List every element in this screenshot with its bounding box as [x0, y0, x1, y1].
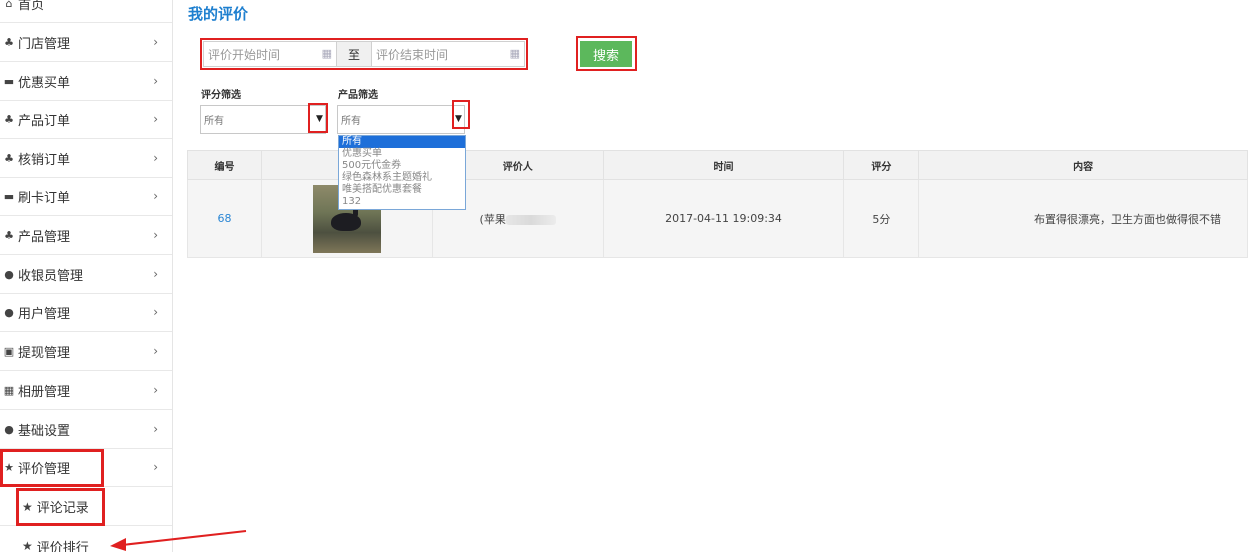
sidebar-subitem-review-records[interactable]: ★ 评论记录: [0, 488, 172, 526]
star-icon: ★: [22, 539, 33, 552]
sitemap-icon: ♣: [4, 36, 14, 49]
sidebar-item-label: 首页: [18, 0, 45, 13]
product-filter-select[interactable]: 所有: [337, 105, 465, 134]
sidebar-item-product-orders[interactable]: ♣ 产品订单 ›: [0, 101, 172, 139]
calendar-icon[interactable]: ▦: [510, 47, 520, 60]
sidebar: ⌂ 首页 ♣ 门店管理 › ▬ 优惠买单 › ♣ 产品订单 › ♣ 核销订单 ›…: [0, 0, 173, 552]
date-separator: 至: [336, 42, 372, 66]
rating-filter-label: 评分筛选: [201, 90, 241, 101]
sidebar-item-card-orders[interactable]: ▬ 刷卡订单 ›: [0, 178, 172, 216]
sidebar-item-label: 收银员管理: [18, 269, 84, 284]
dropdown-arrow-icon[interactable]: ▼: [455, 114, 462, 124]
briefcase-icon: ▬: [3, 75, 15, 88]
chevron-right-icon: ›: [153, 228, 158, 242]
column-header-content: 内容: [918, 150, 1248, 180]
sidebar-item-label: 产品管理: [18, 230, 71, 245]
start-date-input[interactable]: 评价开始时间 ▦: [204, 42, 336, 66]
sidebar-item-cashiers[interactable]: ● 收银员管理 ›: [0, 256, 172, 294]
reviewer-name: (苹果: [479, 212, 506, 226]
sidebar-item-settings[interactable]: ● 基础设置 ›: [0, 411, 172, 449]
sidebar-item-label: 门店管理: [18, 37, 71, 52]
chevron-right-icon: ›: [153, 74, 158, 88]
search-button[interactable]: 搜索: [580, 41, 632, 67]
sidebar-item-products[interactable]: ♣ 产品管理 ›: [0, 217, 172, 255]
sidebar-item-withdraw[interactable]: ▣ 提现管理 ›: [0, 333, 172, 371]
sidebar-item-label: 评价管理: [18, 462, 71, 477]
rating-filter-value: 所有: [204, 116, 224, 127]
sidebar-item-label: 刷卡订单: [18, 191, 71, 206]
product-filter-dropdown: 所有 优惠买单 500元代金券 绿色森林系主题婚礼 唯美搭配优惠套餐 132: [338, 135, 466, 210]
end-date-input[interactable]: 评价结束时间 ▦: [372, 42, 524, 66]
sidebar-item-label: 用户管理: [18, 307, 71, 322]
review-time: 2017-04-11 19:09:34: [602, 179, 845, 258]
sitemap-icon: ♣: [4, 152, 14, 165]
chevron-right-icon: ›: [153, 383, 158, 397]
home-icon: ⌂: [5, 0, 13, 10]
calendar-icon[interactable]: ▦: [322, 47, 332, 60]
chevron-right-icon: ›: [153, 344, 158, 358]
dropdown-option[interactable]: 唯美搭配优惠套餐: [339, 184, 465, 196]
user-icon: ●: [4, 268, 14, 281]
product-filter-value: 所有: [341, 116, 361, 127]
chevron-right-icon: ›: [153, 151, 158, 165]
sidebar-item-users[interactable]: ● 用户管理 ›: [0, 294, 172, 332]
sidebar-item-discount[interactable]: ▬ 优惠买单 ›: [0, 63, 172, 101]
chevron-right-icon: ›: [153, 422, 158, 436]
dropdown-option[interactable]: 132: [339, 196, 465, 208]
chevron-right-icon: ›: [153, 189, 158, 203]
dropdown-option[interactable]: 优惠买单: [339, 148, 465, 160]
chevron-right-icon: ›: [153, 460, 158, 474]
sidebar-item-store[interactable]: ♣ 门店管理 ›: [0, 24, 172, 62]
grid-icon: ▦: [3, 384, 15, 397]
sidebar-item-label: 提现管理: [18, 346, 71, 361]
review-id[interactable]: 68: [187, 179, 262, 258]
end-date-placeholder: 评价结束时间: [376, 47, 449, 62]
user-icon: ●: [4, 423, 14, 436]
dropdown-option[interactable]: 绿色森林系主题婚礼: [339, 172, 465, 184]
chevron-right-icon: ›: [153, 112, 158, 126]
start-date-placeholder: 评价开始时间: [208, 47, 281, 62]
sidebar-item-label: 核销订单: [18, 153, 71, 168]
sitemap-icon: ♣: [4, 113, 14, 126]
dropdown-option[interactable]: 所有: [339, 136, 465, 148]
dropdown-arrow-icon[interactable]: ▼: [316, 114, 323, 124]
chevron-right-icon: ›: [153, 35, 158, 49]
money-icon: ▣: [3, 345, 15, 358]
sidebar-item-verify-orders[interactable]: ♣ 核销订单 ›: [0, 140, 172, 178]
sidebar-item-label: 优惠买单: [18, 76, 71, 91]
sidebar-subitem-label: 评论记录: [36, 501, 89, 516]
sidebar-item-label: 产品订单: [18, 114, 71, 129]
annotation-arrow: [110, 530, 247, 551]
rating-filter-select[interactable]: 所有: [200, 105, 326, 134]
star-icon: ★: [22, 499, 33, 514]
review-score: 5分: [843, 179, 920, 258]
sidebar-item-album[interactable]: ▦ 相册管理 ›: [0, 372, 172, 410]
star-icon: ★: [4, 461, 14, 474]
column-header-time: 时间: [602, 150, 845, 180]
page-title: 我的评价: [188, 5, 249, 23]
date-range: 评价开始时间 ▦ 至 评价结束时间 ▦: [203, 41, 525, 67]
product-filter-label: 产品筛选: [338, 90, 378, 101]
sidebar-item-label: 基础设置: [18, 424, 71, 439]
sidebar-item-home[interactable]: ⌂ 首页: [0, 0, 172, 23]
column-header-id: 编号: [187, 150, 262, 180]
sidebar-item-label: 相册管理: [18, 385, 71, 400]
sitemap-icon: ♣: [4, 229, 14, 242]
chevron-right-icon: ›: [153, 305, 158, 319]
review-content: 布置得很漂亮，卫生方面也做得很不错: [918, 179, 1248, 258]
column-header-score: 评分: [843, 150, 920, 180]
chevron-right-icon: ›: [153, 267, 158, 281]
sidebar-subitem-label: 评价排行: [36, 540, 89, 552]
redacted-blur: [505, 214, 556, 225]
dropdown-option[interactable]: 500元代金券: [339, 160, 465, 172]
briefcase-icon: ▬: [3, 190, 15, 203]
user-icon: ●: [4, 306, 14, 319]
sidebar-item-reviews[interactable]: ★ 评价管理 ›: [0, 449, 172, 487]
